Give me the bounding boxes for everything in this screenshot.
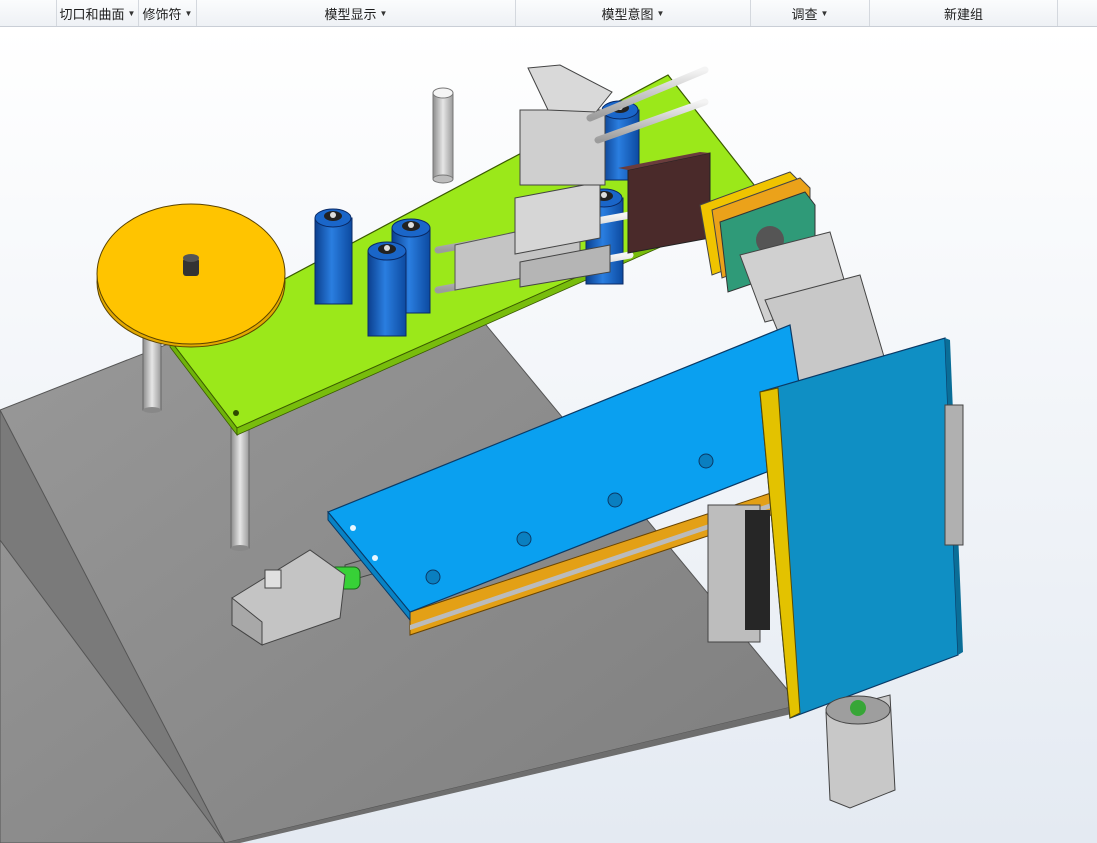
ribbon-group-model-intent[interactable]: 模型意图 ▼ bbox=[516, 0, 751, 26]
model-viewport[interactable] bbox=[0, 27, 1097, 843]
ribbon-group-modifiers[interactable]: 修饰符 ▼ bbox=[139, 0, 197, 26]
dropdown-caret-icon: ▼ bbox=[184, 8, 193, 18]
ribbon-group-bar: 切口和曲面 ▼ 修饰符 ▼ 模型显示 ▼ 模型意图 ▼ 调查 ▼ 新建组 bbox=[0, 0, 1097, 27]
ribbon-group-label: 调查 bbox=[791, 6, 818, 22]
dropdown-caret-icon: ▼ bbox=[127, 8, 136, 18]
ribbon-group-label: 模型意图 bbox=[601, 6, 654, 22]
ribbon-group-label: 新建组 bbox=[943, 6, 983, 22]
ribbon-group-new-group[interactable]: 新建组 bbox=[870, 0, 1058, 26]
dropdown-caret-icon: ▼ bbox=[820, 8, 829, 18]
ribbon-group-label: 模型显示 bbox=[324, 6, 377, 22]
ribbon-group-investigate[interactable]: 调查 ▼ bbox=[751, 0, 870, 26]
turntable bbox=[96, 203, 286, 348]
battery bbox=[367, 241, 407, 337]
ribbon-group-label: 修饰符 bbox=[142, 6, 182, 22]
ribbon-group-empty bbox=[0, 0, 57, 26]
cad-assembly bbox=[0, 64, 964, 843]
ribbon-group-model-display[interactable]: 模型显示 ▼ bbox=[197, 0, 516, 26]
ribbon-group-label: 切口和曲面 bbox=[59, 6, 125, 22]
dropdown-caret-icon: ▼ bbox=[379, 8, 388, 18]
servo-motor-bottom bbox=[825, 694, 896, 809]
battery bbox=[314, 208, 353, 305]
ribbon-group-cut-surface[interactable]: 切口和曲面 ▼ bbox=[57, 0, 139, 26]
dropdown-caret-icon: ▼ bbox=[656, 8, 665, 18]
white-post bbox=[432, 87, 454, 184]
